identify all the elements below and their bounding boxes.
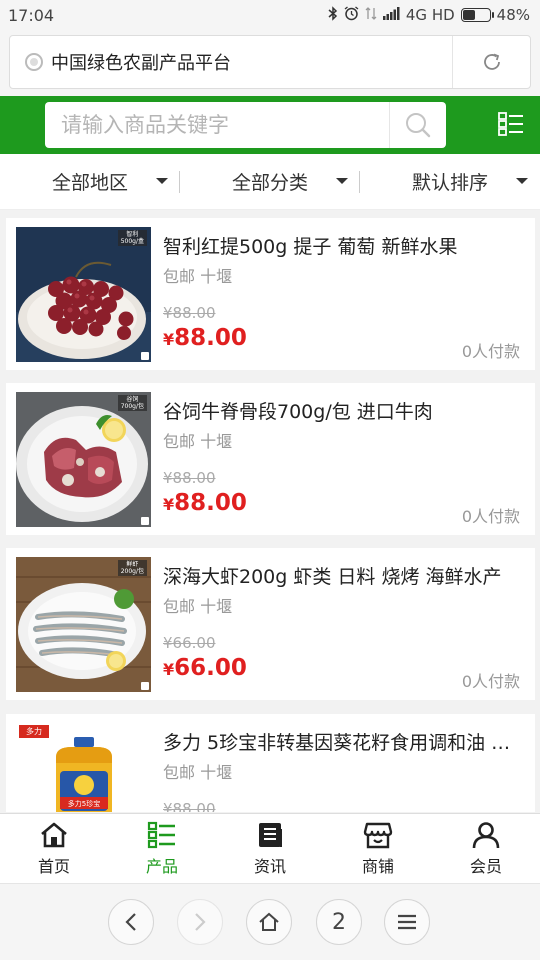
tab-stores[interactable]: 商铺 <box>324 814 432 883</box>
status-bar: 17:04 4G HD 48% <box>0 0 540 30</box>
zoom-icon <box>141 352 149 360</box>
product-card[interactable]: 多力 多力5珍宝 多力 5珍宝非转基因葵花籽食用调和油 … 包邮 十堰 ¥88.… <box>6 714 535 812</box>
home-icon <box>41 822 67 847</box>
zoom-icon <box>141 682 149 690</box>
image-tag: 鲜虾 200g/包 <box>117 560 147 577</box>
product-card[interactable]: 智利 500g/盒 智利红提500g 提子 葡萄 新鲜水果 包邮 十堰 ¥88.0… <box>6 218 535 370</box>
alarm-icon <box>344 5 359 25</box>
filter-sort-label: 默认排序 <box>411 172 488 194</box>
tab-stores-label: 商铺 <box>361 856 394 876</box>
tab-member-label: 会员 <box>469 856 502 876</box>
bottom-tab-bar: 首页 产品 资讯 商铺 会员 <box>0 813 540 883</box>
product-image-beef[interactable]: 谷饲 700g/包 <box>16 392 151 527</box>
product-label-text: 多力5珍宝 <box>67 800 101 808</box>
search-box <box>45 102 446 148</box>
caret-down-icon <box>516 178 528 184</box>
house-icon <box>259 912 279 931</box>
product-title[interactable]: 多力 5珍宝非转基因葵花籽食用调和油 … <box>163 728 525 755</box>
home-button[interactable] <box>246 899 292 945</box>
category-menu-icon[interactable] <box>498 112 524 136</box>
caret-down-icon <box>336 178 348 184</box>
tabs-button[interactable]: 2 <box>316 899 362 945</box>
signal-icon <box>382 6 400 24</box>
product-original-price: ¥88.00 <box>163 469 216 487</box>
tab-member[interactable]: 会员 <box>432 814 540 883</box>
filter-region-label: 全部地区 <box>51 172 128 194</box>
filter-bar: 全部地区 全部分类 默认排序 <box>0 154 540 210</box>
tab-news-label: 资讯 <box>253 856 286 876</box>
page-title[interactable]: 中国绿色农副产品平台 <box>51 49 452 75</box>
filter-sort-dropdown[interactable]: 默认排序 <box>360 154 540 209</box>
tab-home-label: 首页 <box>37 856 70 876</box>
battery-icon <box>460 8 494 22</box>
product-price: ¥88.00 <box>163 490 247 516</box>
network-type: 4G HD <box>405 6 455 24</box>
product-original-price: ¥88.00 <box>163 304 216 322</box>
tab-products[interactable]: 产品 <box>108 814 216 883</box>
product-list-icon <box>147 821 175 848</box>
search-icon <box>406 113 431 138</box>
tab-home[interactable]: 首页 <box>0 814 108 883</box>
product-price: ¥66.00 <box>163 655 247 681</box>
product-paid-count: 0人付款 <box>461 342 520 361</box>
tab-news[interactable]: 资讯 <box>216 814 324 883</box>
browser-menu-button[interactable] <box>384 899 430 945</box>
product-image-cooking-oil[interactable]: 多力 多力5珍宝 <box>16 723 151 812</box>
chevron-left-icon <box>125 913 136 931</box>
product-title[interactable]: 智利红提500g 提子 葡萄 新鲜水果 <box>163 232 525 259</box>
product-shipping: 包邮 十堰 <box>163 432 233 451</box>
zoom-icon <box>141 517 149 525</box>
reload-icon <box>483 53 500 70</box>
product-card[interactable]: 谷饲 700g/包 谷饲牛脊骨段700g/包 进口牛肉 包邮 十堰 ¥88.00 … <box>6 383 535 535</box>
image-tag: 谷饲 700g/包 <box>117 395 147 412</box>
product-price: ¥88.00 <box>163 325 247 351</box>
bluetooth-icon <box>328 5 338 25</box>
news-icon <box>259 822 282 847</box>
product-shipping: 包邮 十堰 <box>163 597 233 616</box>
filter-category-dropdown[interactable]: 全部分类 <box>180 154 360 209</box>
search-header <box>0 96 540 154</box>
status-icons: 4G HD 48% <box>328 5 530 25</box>
tab-count: 2 <box>332 909 346 935</box>
filter-category-label: 全部分类 <box>231 172 308 194</box>
filter-region-dropdown[interactable]: 全部地区 <box>0 154 180 209</box>
product-image-shrimp[interactable]: 鲜虾 200g/包 <box>16 557 151 692</box>
address-bar[interactable]: 中国绿色农副产品平台 <box>9 35 531 89</box>
caret-down-icon <box>156 178 168 184</box>
product-image-grapes[interactable]: 智利 500g/盒 <box>16 227 151 362</box>
search-button[interactable] <box>389 102 446 148</box>
product-shipping: 包邮 十堰 <box>163 267 233 286</box>
chevron-right-icon <box>195 913 206 931</box>
product-card[interactable]: 鲜虾 200g/包 深海大虾200g 虾类 日料 烧烤 海鲜水产 包邮 十堰 ¥6… <box>6 548 535 700</box>
product-list: 智利 500g/盒 智利红提500g 提子 葡萄 新鲜水果 包邮 十堰 ¥88.0… <box>6 218 535 812</box>
product-title[interactable]: 深海大虾200g 虾类 日料 烧烤 海鲜水产 <box>163 562 525 589</box>
product-original-price: ¥88.00 <box>163 800 216 812</box>
image-tag: 智利 500g/盒 <box>117 230 147 247</box>
product-paid-count: 0人付款 <box>461 507 520 526</box>
hamburger-menu-icon <box>398 914 416 930</box>
battery-percent: 48% <box>496 6 530 24</box>
browser-address-area: 中国绿色农副产品平台 <box>0 30 540 96</box>
status-time: 17:04 <box>8 5 55 25</box>
data-transfer-icon <box>365 6 377 25</box>
forward-button[interactable] <box>177 899 223 945</box>
reload-button[interactable] <box>452 36 530 88</box>
product-shipping: 包邮 十堰 <box>163 763 233 782</box>
store-icon <box>363 822 393 848</box>
tab-products-label: 产品 <box>145 856 178 876</box>
back-button[interactable] <box>108 899 154 945</box>
battery-fill <box>462 10 476 20</box>
browser-toolbar: 2 <box>0 883 540 960</box>
search-input[interactable] <box>45 102 389 148</box>
product-paid-count: 0人付款 <box>461 672 520 691</box>
product-title[interactable]: 谷饲牛脊骨段700g/包 进口牛肉 <box>163 397 525 424</box>
site-icon <box>25 53 43 71</box>
member-icon <box>472 821 500 848</box>
product-original-price: ¥66.00 <box>163 634 216 652</box>
